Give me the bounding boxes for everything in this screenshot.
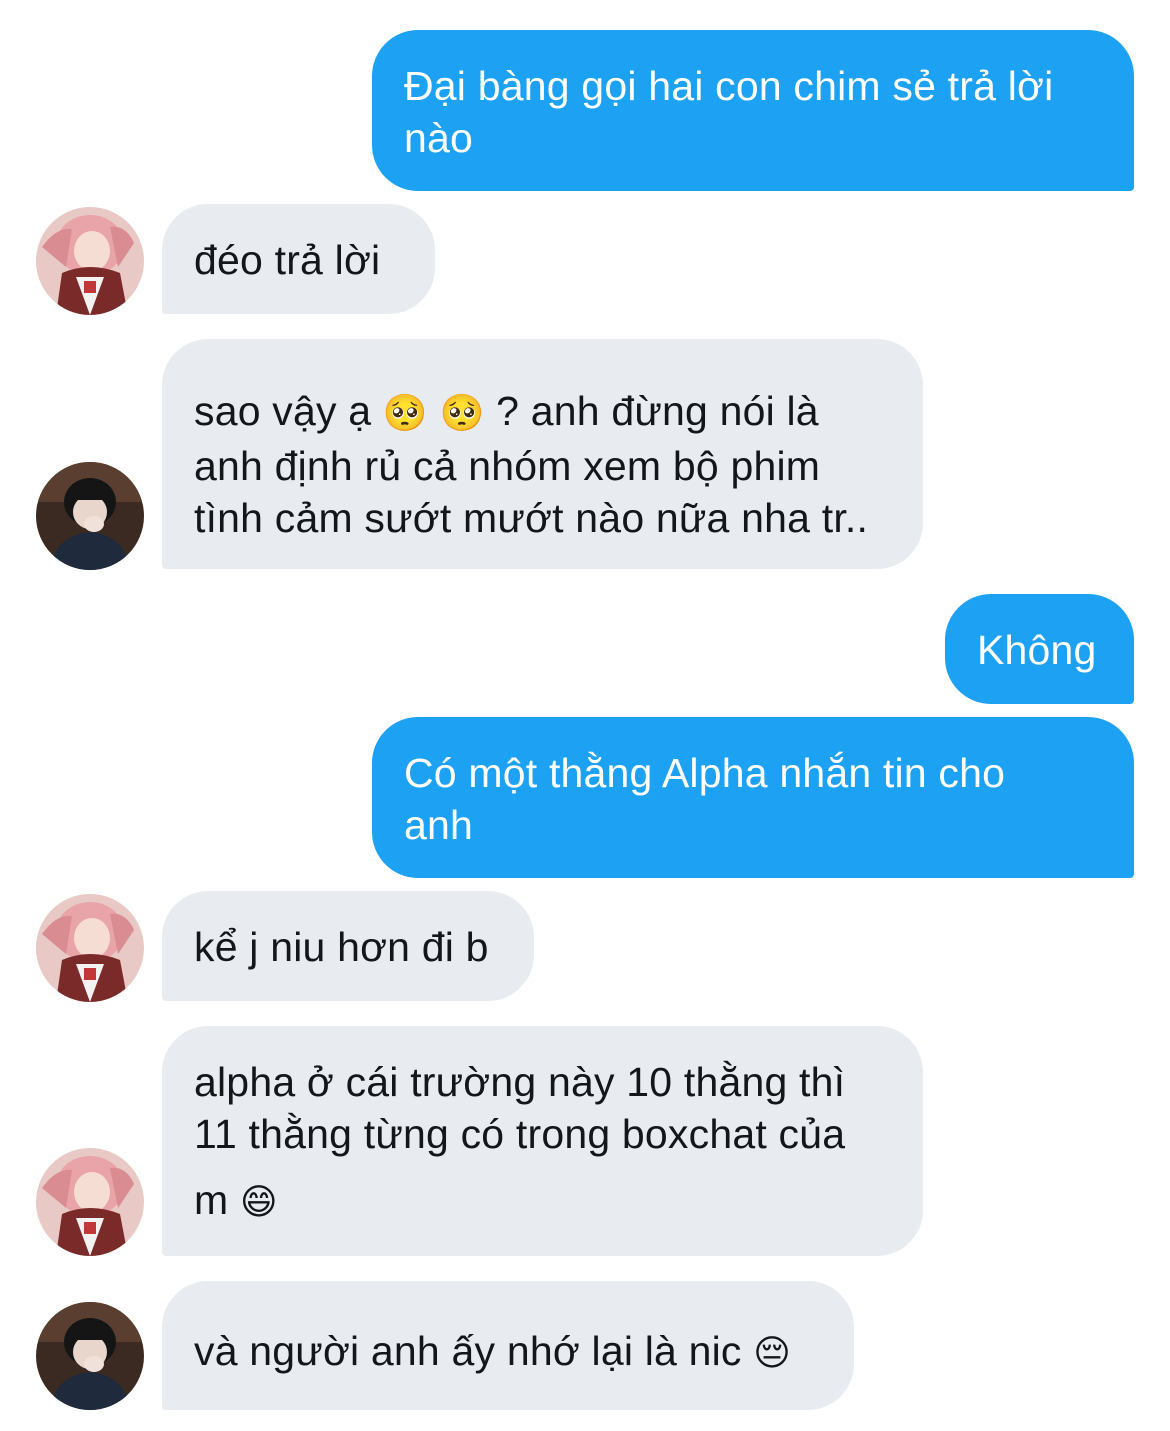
message-text: anh <box>404 802 474 848</box>
message-text: ? anh đừng nói là <box>496 388 819 434</box>
avatar-anime-girl[interactable] <box>36 207 144 315</box>
message-bubble-incoming[interactable]: và người anh ấy nhớ lại là nic 😔 <box>162 1281 854 1410</box>
message-text: sao vậy ạ <box>194 388 372 434</box>
message-bubble-outgoing[interactable]: Đại bàng gọi hai con chim sẻ trả lời nào <box>372 30 1134 191</box>
message-text: m <box>194 1177 229 1223</box>
grinning-face-emoji: 😄 <box>239 1182 278 1223</box>
avatar-masked-guy[interactable] <box>36 1302 144 1410</box>
message-text: tình cảm sướt mướt nào nữa nha tr.. <box>194 495 869 541</box>
pensive-face-emoji: 😔 <box>753 1333 791 1374</box>
pleading-face-emoji: 🥺 <box>439 393 485 434</box>
message-text: Đại bàng gọi hai con chim sẻ trả lời <box>404 63 1054 109</box>
message-text: Không <box>977 627 1097 673</box>
message-bubble-outgoing[interactable]: Có một thằng Alpha nhắn tin cho anh <box>372 717 1134 878</box>
message-bubble-incoming[interactable]: sao vậy ạ 🥺 🥺 ? anh đừng nói là anh định… <box>162 339 923 569</box>
message-text: và người anh ấy nhớ lại là nic <box>194 1328 742 1374</box>
message-bubble-incoming[interactable]: alpha ở cái trường này 10 thằng thì 11 t… <box>162 1026 923 1256</box>
message-bubble-incoming[interactable]: kể j niu hơn đi b <box>162 891 534 1001</box>
message-bubble-outgoing[interactable]: Không <box>945 594 1134 704</box>
message-bubble-incoming[interactable]: đéo trả lời <box>162 204 435 314</box>
avatar-masked-guy[interactable] <box>36 462 144 570</box>
message-text: Có một thằng Alpha nhắn tin cho <box>404 750 1006 796</box>
message-text: kể j niu hơn đi b <box>194 924 489 970</box>
message-text: alpha ở cái trường này 10 thằng thì <box>194 1059 846 1105</box>
message-text: 11 thằng từng có trong boxchat của <box>194 1111 846 1157</box>
avatar-anime-girl[interactable] <box>36 1148 144 1256</box>
message-text: anh định rủ cả nhóm xem bộ phim <box>194 443 821 489</box>
message-text: đéo trả lời <box>194 237 381 283</box>
avatar-anime-girl[interactable] <box>36 894 144 1002</box>
pleading-face-emoji: 🥺 <box>382 393 428 434</box>
message-text: nào <box>404 115 474 161</box>
